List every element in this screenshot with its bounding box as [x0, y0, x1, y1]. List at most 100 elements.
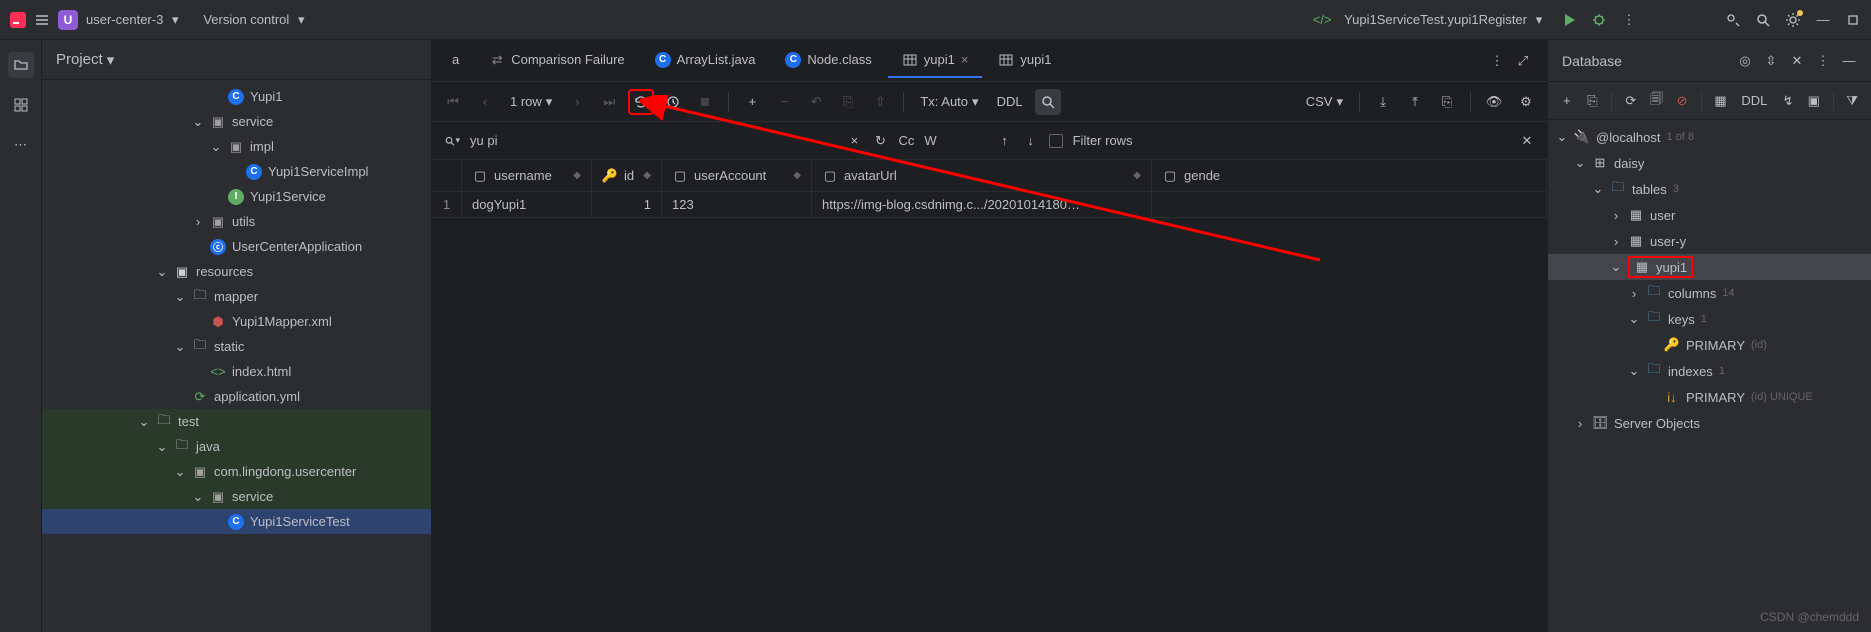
more-tools-button[interactable]: ⋯ [8, 132, 34, 158]
ddl-button[interactable]: DDL [991, 94, 1029, 109]
table-view-button[interactable]: ▦ [1710, 88, 1732, 114]
more-vertical-icon[interactable]: ⋮ [1489, 53, 1505, 69]
jump-button[interactable]: ↯ [1777, 88, 1799, 114]
code-with-me-icon[interactable] [1725, 12, 1741, 28]
db-tree-item-selected[interactable]: ⌄▦yupi1 [1548, 254, 1871, 280]
revert-button[interactable]: ↶ [803, 89, 829, 115]
cell[interactable]: dogYupi1 [462, 192, 592, 217]
reload-button[interactable] [628, 89, 654, 115]
search-toggle-button[interactable] [1035, 89, 1061, 115]
structure-tool-button[interactable] [8, 92, 34, 118]
disconnect-button[interactable]: ⊘ [1671, 88, 1693, 114]
prev-page-button[interactable]: ‹ [472, 89, 498, 115]
project-tree[interactable]: CYupi1 ⌄▣service ⌄▣impl CYupi1ServiceImp… [42, 80, 431, 632]
more-vertical-icon[interactable]: ⋮ [1621, 12, 1637, 28]
tab[interactable]: CArrayList.java [641, 44, 770, 78]
project-selector[interactable]: user-center-3▾ [86, 12, 183, 28]
tab[interactable]: ⇄Comparison Failure [475, 44, 638, 78]
debug-icon[interactable] [1591, 12, 1607, 28]
filter-rows-checkbox[interactable] [1049, 134, 1063, 148]
add-row-button[interactable]: + [739, 89, 765, 115]
column-header[interactable]: 🔑id◆ [592, 160, 662, 191]
db-tree-item[interactable]: 🔑PRIMARY (id) [1548, 332, 1871, 358]
tab[interactable]: CNode.class [771, 44, 885, 78]
close-search-icon[interactable]: ✕ [1519, 133, 1535, 149]
history-button[interactable] [660, 89, 686, 115]
tree-item[interactable]: ⌄▣resources [42, 259, 431, 284]
db-tree-item[interactable]: ⌄⊞daisy [1548, 150, 1871, 176]
tree-item[interactable]: <>index.html [42, 359, 431, 384]
tree-item-selected[interactable]: CYupi1ServiceTest [42, 509, 431, 534]
filter-button[interactable]: ⧩ [1841, 88, 1863, 114]
tree-item[interactable]: IYupi1Service [42, 184, 431, 209]
close-panel-icon[interactable]: ✕ [1789, 53, 1805, 69]
db-tree-item[interactable]: ›🗀columns 14 [1548, 280, 1871, 306]
last-page-button[interactable]: ⏭ [596, 89, 622, 115]
target-icon[interactable]: ◎ [1737, 53, 1753, 69]
search-everywhere-icon[interactable] [1755, 12, 1771, 28]
tx-mode-selector[interactable]: Tx: Auto ▾ [914, 94, 984, 110]
tree-item[interactable]: ⌄🗀java [42, 434, 431, 459]
console-button[interactable]: ▣ [1803, 88, 1825, 114]
settings-button[interactable]: ⚙ [1513, 89, 1539, 115]
whole-word-toggle[interactable]: W [924, 133, 936, 148]
tree-item[interactable]: ⌄▣com.lingdong.usercenter [42, 459, 431, 484]
submit-button[interactable]: ⇧ [867, 89, 893, 115]
minimize-icon[interactable]: — [1815, 12, 1831, 28]
tree-item[interactable]: CYupi1 [42, 84, 431, 109]
tree-item[interactable]: ›▣utils [42, 209, 431, 234]
project-view-selector[interactable]: Project ▾ [56, 51, 114, 69]
row-number-header[interactable] [432, 160, 462, 191]
tree-item[interactable]: ⟳application.yml [42, 384, 431, 409]
project-tool-button[interactable] [8, 52, 34, 78]
duplicate-button[interactable]: ⎘ [1582, 88, 1604, 114]
first-page-button[interactable]: ⏮ [440, 89, 466, 115]
database-tree[interactable]: ⌄🔌@localhost 1 of 8 ⌄⊞daisy ⌄🗀tables 3 ›… [1548, 120, 1871, 632]
stop-button[interactable]: 🗐 [1646, 88, 1668, 114]
tree-item[interactable]: ⌄▣impl [42, 134, 431, 159]
view-button[interactable]: 👁 [1481, 89, 1507, 115]
sort-icon[interactable]: ◆ [1133, 170, 1141, 181]
clear-icon[interactable]: × [846, 133, 862, 149]
row-count-selector[interactable]: 1 row ▾ [504, 94, 558, 110]
next-page-button[interactable]: › [564, 89, 590, 115]
import-button[interactable]: ⤒ [1402, 89, 1428, 115]
column-header[interactable]: ▢username◆ [462, 160, 592, 191]
ddl-button[interactable]: DDL [1735, 93, 1773, 108]
collapse-icon[interactable]: ⇳ [1763, 53, 1779, 69]
sort-icon[interactable]: ◆ [793, 170, 801, 181]
tree-item[interactable]: ⌄▣service [42, 109, 431, 134]
copy-button[interactable]: ⎘ [1434, 89, 1460, 115]
export-button[interactable]: ⤓ [1370, 89, 1396, 115]
export-format-selector[interactable]: CSV ▾ [1300, 94, 1349, 110]
db-tree-item[interactable]: ›▦user [1548, 202, 1871, 228]
tab[interactable]: a [438, 44, 473, 77]
next-match-icon[interactable]: ↓ [1023, 133, 1039, 149]
db-tree-item[interactable]: ⌄🗀tables 3 [1548, 176, 1871, 202]
column-header[interactable]: ▢gende [1152, 160, 1547, 191]
close-icon[interactable]: × [961, 52, 969, 67]
cell[interactable]: https://img-blog.csdnimg.c.../2020101418… [812, 192, 1152, 217]
run-icon[interactable] [1561, 12, 1577, 28]
db-tree-item[interactable]: ›▦user-y [1548, 228, 1871, 254]
cell[interactable]: 1 [592, 192, 662, 217]
refresh-button[interactable]: ⟳ [1620, 88, 1642, 114]
match-case-toggle[interactable]: Cc [898, 133, 914, 148]
build-icon[interactable]: </> [1314, 12, 1330, 28]
tree-item[interactable]: ⌄▣service [42, 484, 431, 509]
hide-icon[interactable]: — [1841, 53, 1857, 69]
table-row[interactable]: 1 dogYupi1 1 123 https://img-blog.csdnim… [432, 192, 1547, 218]
db-tree-item[interactable]: i↓PRIMARY (id) UNIQUE [1548, 384, 1871, 410]
clone-row-button[interactable]: ⎘ [835, 89, 861, 115]
db-tree-item[interactable]: ⌄🗀indexes 1 [1548, 358, 1871, 384]
hamburger-icon[interactable] [34, 12, 50, 28]
remove-row-button[interactable]: − [771, 89, 797, 115]
column-header[interactable]: ▢userAccount◆ [662, 160, 812, 191]
db-tree-item[interactable]: ⌄🗀keys 1 [1548, 306, 1871, 332]
db-tree-item[interactable]: ⌄🔌@localhost 1 of 8 [1548, 124, 1871, 150]
search-input[interactable] [470, 133, 836, 148]
sort-icon[interactable]: ◆ [573, 170, 581, 181]
sort-icon[interactable]: ◆ [643, 170, 651, 181]
column-header[interactable]: ▢avatarUrl◆ [812, 160, 1152, 191]
settings-icon[interactable] [1785, 12, 1801, 28]
